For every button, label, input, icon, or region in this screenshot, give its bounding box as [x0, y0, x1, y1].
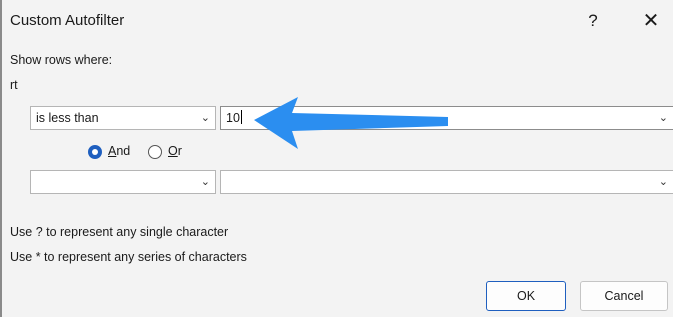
- operator-1-combo[interactable]: is less than ⌄: [30, 106, 216, 130]
- operator-2-combo[interactable]: ⌄: [30, 170, 216, 194]
- close-button[interactable]: ✕: [638, 8, 664, 34]
- help-button[interactable]: ?: [582, 8, 604, 34]
- cancel-button[interactable]: Cancel: [580, 281, 668, 311]
- operator-1-value: is less than: [36, 111, 99, 125]
- value-1-text: 10: [226, 111, 240, 125]
- custom-autofilter-dialog: Custom Autofilter ? ✕ Show rows where: r…: [0, 0, 673, 317]
- hint-series-characters: Use * to represent any series of charact…: [10, 250, 247, 264]
- chevron-down-icon: ⌄: [200, 176, 210, 188]
- chevron-down-icon: ⌄: [658, 176, 668, 188]
- chevron-down-icon: ⌄: [658, 112, 668, 124]
- field-name-label: rt: [10, 78, 18, 92]
- and-radio[interactable]: [88, 145, 102, 159]
- or-radio-label[interactable]: Or: [168, 144, 182, 158]
- show-rows-label: Show rows where:: [10, 53, 113, 67]
- value-2-combo[interactable]: ⌄: [220, 170, 673, 194]
- ok-button[interactable]: OK: [486, 281, 566, 311]
- dialog-title: Custom Autofilter: [10, 12, 125, 29]
- and-radio-label[interactable]: And: [108, 144, 130, 158]
- hint-single-character: Use ? to represent any single character: [10, 225, 229, 239]
- chevron-down-icon: ⌄: [200, 112, 210, 124]
- arrow-left-icon: [254, 97, 448, 149]
- or-radio[interactable]: [148, 145, 162, 159]
- text-cursor: [240, 110, 242, 124]
- title-bar: Custom Autofilter ? ✕: [2, 0, 673, 42]
